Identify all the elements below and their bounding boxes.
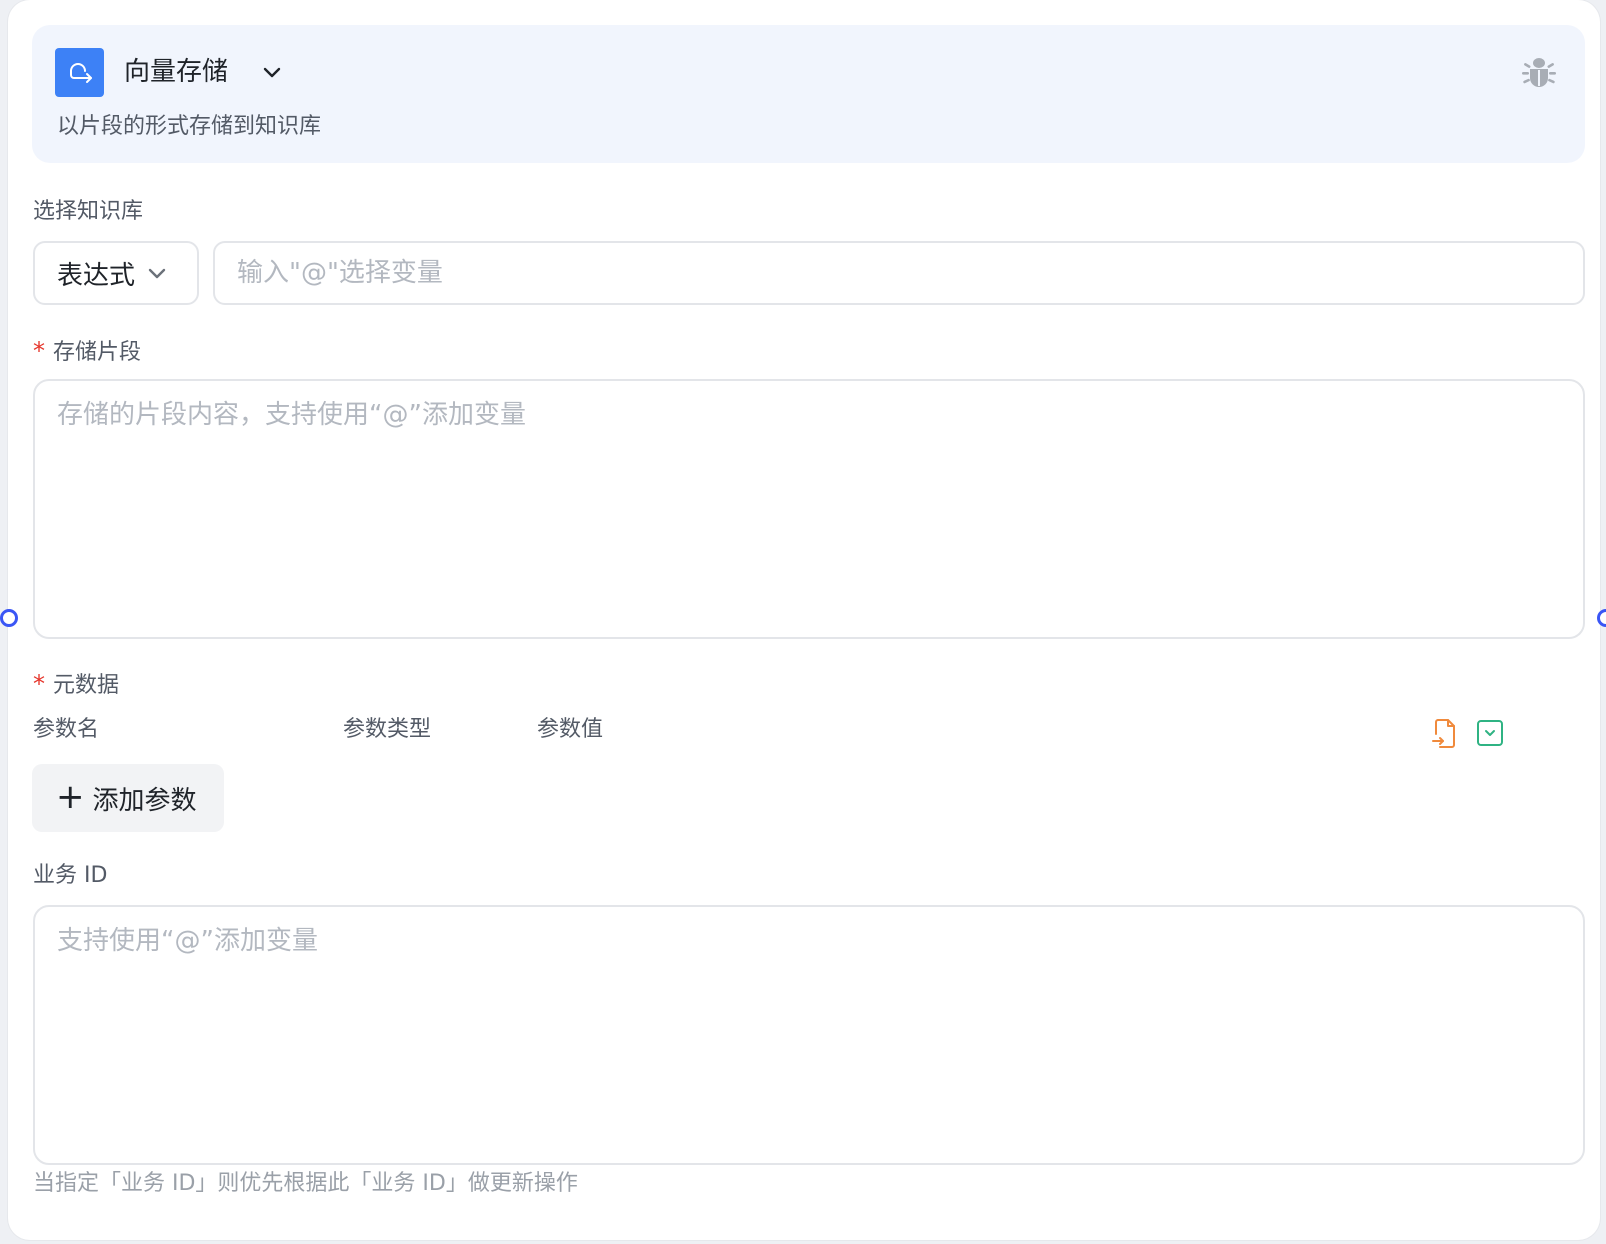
node-header: 向量存储 以片段的形式存储到知识库 [32, 25, 1585, 163]
node-description: 以片段的形式存储到知识库 [57, 114, 322, 139]
add-parameter-label: 添加参数 [92, 785, 197, 816]
metadata-label: 元数据 [53, 673, 120, 698]
bug-icon[interactable] [1519, 53, 1559, 91]
business-id-label: 业务 ID [33, 863, 108, 888]
business-id-hint: 当指定「业务 ID」则优先根据此「业务 ID」做更新操作 [33, 1171, 578, 1196]
knowledge-base-label: 选择知识库 [33, 199, 144, 224]
fragment-textarea[interactable] [35, 381, 1583, 637]
mode-select-value: 表达式 [57, 260, 136, 291]
vector-store-icon [55, 48, 104, 97]
knowledge-base-input-wrapper [213, 241, 1585, 305]
knowledge-base-input[interactable] [215, 243, 1583, 303]
business-id-textarea-wrapper [33, 905, 1585, 1165]
output-handle[interactable] [1597, 609, 1606, 627]
metadata-label-row: * 元数据 [33, 668, 119, 702]
node-title[interactable]: 向量存储 [124, 54, 228, 90]
input-handle[interactable] [0, 609, 18, 627]
add-parameter-button[interactable]: + 添加参数 [32, 764, 224, 832]
fragment-textarea-wrapper [33, 379, 1585, 639]
chevron-down-icon [148, 268, 166, 279]
column-header-param-type: 参数类型 [343, 717, 432, 742]
fragment-label-row: * 存储片段 [33, 335, 141, 369]
vector-store-node-card[interactable]: 向量存储 以片段的形式存储到知识库 选择知识库 表达式 输入"@"选择变量 * … [0, 0, 1606, 1240]
file-import-icon[interactable] [1429, 717, 1459, 749]
square-chevron-icon[interactable] [1475, 717, 1505, 749]
fragment-label: 存储片段 [53, 340, 142, 365]
mode-select[interactable]: 表达式 [33, 241, 199, 305]
required-mark: * [33, 337, 45, 365]
business-id-textarea[interactable] [35, 907, 1583, 1163]
plus-icon: + [56, 776, 85, 817]
column-header-param-name: 参数名 [33, 717, 100, 742]
chevron-down-icon[interactable] [258, 58, 286, 86]
column-header-param-value: 参数值 [537, 717, 604, 742]
required-mark: * [33, 670, 45, 698]
